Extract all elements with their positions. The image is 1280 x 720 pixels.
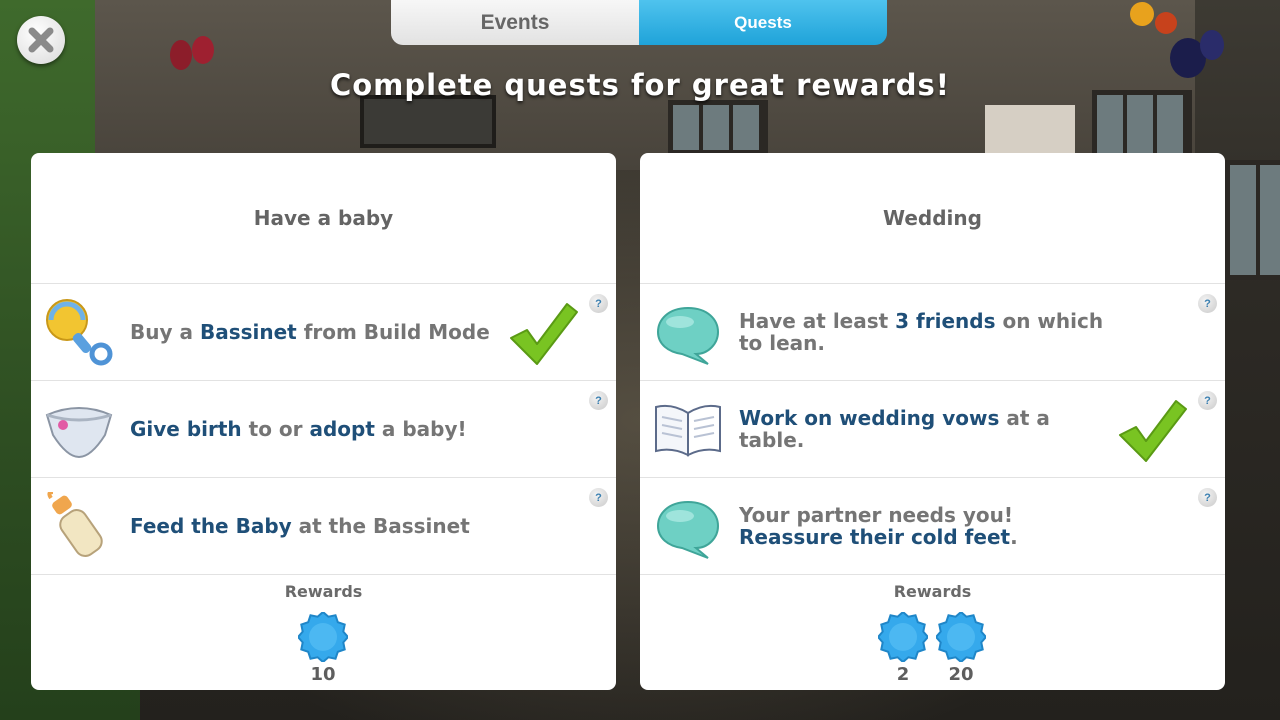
quest-task-row[interactable]: Buy a Bassinet from Build Mode? (31, 284, 616, 381)
close-icon (28, 27, 54, 53)
task-text-segment: a baby! (374, 417, 467, 441)
rewards-label: Rewards (284, 582, 363, 601)
task-highlight-text: adopt (309, 417, 375, 441)
quest-task-row[interactable]: Work on wedding vows at a table.? (640, 381, 1225, 478)
diaper-icon (43, 395, 115, 463)
rewards-section: Rewards 10 (31, 575, 616, 690)
tab-bar: Events Quests (391, 0, 887, 45)
baby-rattle-icon (43, 298, 115, 366)
quest-task-row[interactable]: Feed the Baby at the Bassinet? (31, 478, 616, 575)
close-button[interactable] (17, 16, 65, 64)
reward-item: 10 (296, 610, 350, 685)
quest-card-title: Wedding (640, 153, 1225, 284)
quest-task-row[interactable]: Your partner needs you! Reassure their c… (640, 478, 1225, 575)
task-text-segment: from Build Mode (296, 320, 490, 344)
fruit-garland (1155, 12, 1177, 34)
wall-picture-frame (360, 95, 496, 148)
hanging-fruit (192, 36, 214, 64)
quest-task-text: Have at least 3 friends on which to lean… (739, 284, 1119, 380)
help-icon[interactable]: ? (1198, 488, 1217, 507)
task-text-segment: Buy a (130, 320, 200, 344)
quest-card-title: Have a baby (31, 153, 616, 284)
quest-card-wedding: Wedding Have at least 3 friends on which … (640, 153, 1225, 690)
quest-task-text: Buy a Bassinet from Build Mode (130, 284, 510, 380)
open-book-icon (652, 395, 724, 463)
task-text-segment: Your partner needs you! (739, 503, 1014, 527)
task-highlight-text: 3 friends (895, 309, 996, 333)
help-icon[interactable]: ? (589, 294, 608, 313)
task-highlight-text: Work on wedding vows (739, 406, 1000, 430)
task-text-segment: at the Bassinet (291, 514, 470, 538)
help-icon[interactable]: ? (1198, 391, 1217, 410)
reward-item: 2 (876, 610, 930, 685)
task-text-segment: to or (241, 417, 310, 441)
quest-task-text: Give birth to or adopt a baby! (130, 381, 510, 477)
fruit-garland (1200, 30, 1224, 60)
quest-task-text: Work on wedding vows at a table. (739, 381, 1119, 477)
task-highlight-text: Give birth (130, 417, 242, 441)
task-text-segment: Have at least (739, 309, 896, 333)
task-highlight-text: Reassure their cold feet (739, 525, 1011, 549)
simoleon-badge-icon (934, 610, 988, 666)
quest-task-text: Feed the Baby at the Bassinet (130, 478, 510, 574)
checkmark-icon (507, 300, 579, 366)
reward-count: 20 (948, 664, 974, 685)
tab-events[interactable]: Events (391, 0, 639, 45)
baby-bottle-icon (43, 490, 115, 560)
hanging-fruit (170, 40, 192, 70)
window (668, 100, 768, 155)
reward-item: 20 (934, 610, 988, 685)
rewards-label: Rewards (893, 582, 972, 601)
reward-count: 2 (896, 664, 910, 685)
speech-bubble-icon (652, 298, 724, 366)
quest-task-text: Your partner needs you! Reassure their c… (739, 478, 1119, 574)
page-headline: Complete quests for great rewards! (329, 68, 951, 102)
fruit-garland (1130, 2, 1154, 26)
checkmark-icon (1116, 397, 1188, 463)
quest-card-have-a-baby: Have a baby Buy a Bassinet from Build Mod… (31, 153, 616, 690)
task-highlight-text: Bassinet (199, 320, 297, 344)
help-icon[interactable]: ? (1198, 294, 1217, 313)
tab-quests[interactable]: Quests (639, 0, 887, 45)
quest-task-row[interactable]: Have at least 3 friends on which to lean… (640, 284, 1225, 381)
rewards-section: Rewards 2 20 (640, 575, 1225, 690)
simoleon-badge-icon (296, 610, 350, 666)
task-highlight-text: Feed the Baby (130, 514, 292, 538)
task-text-segment: . (1010, 525, 1018, 549)
quest-task-row[interactable]: Give birth to or adopt a baby!? (31, 381, 616, 478)
help-icon[interactable]: ? (589, 488, 608, 507)
speech-bubble-icon (652, 492, 724, 560)
help-icon[interactable]: ? (589, 391, 608, 410)
reward-count: 10 (310, 664, 336, 685)
simoleon-badge-icon (876, 610, 930, 666)
window (1225, 160, 1280, 280)
